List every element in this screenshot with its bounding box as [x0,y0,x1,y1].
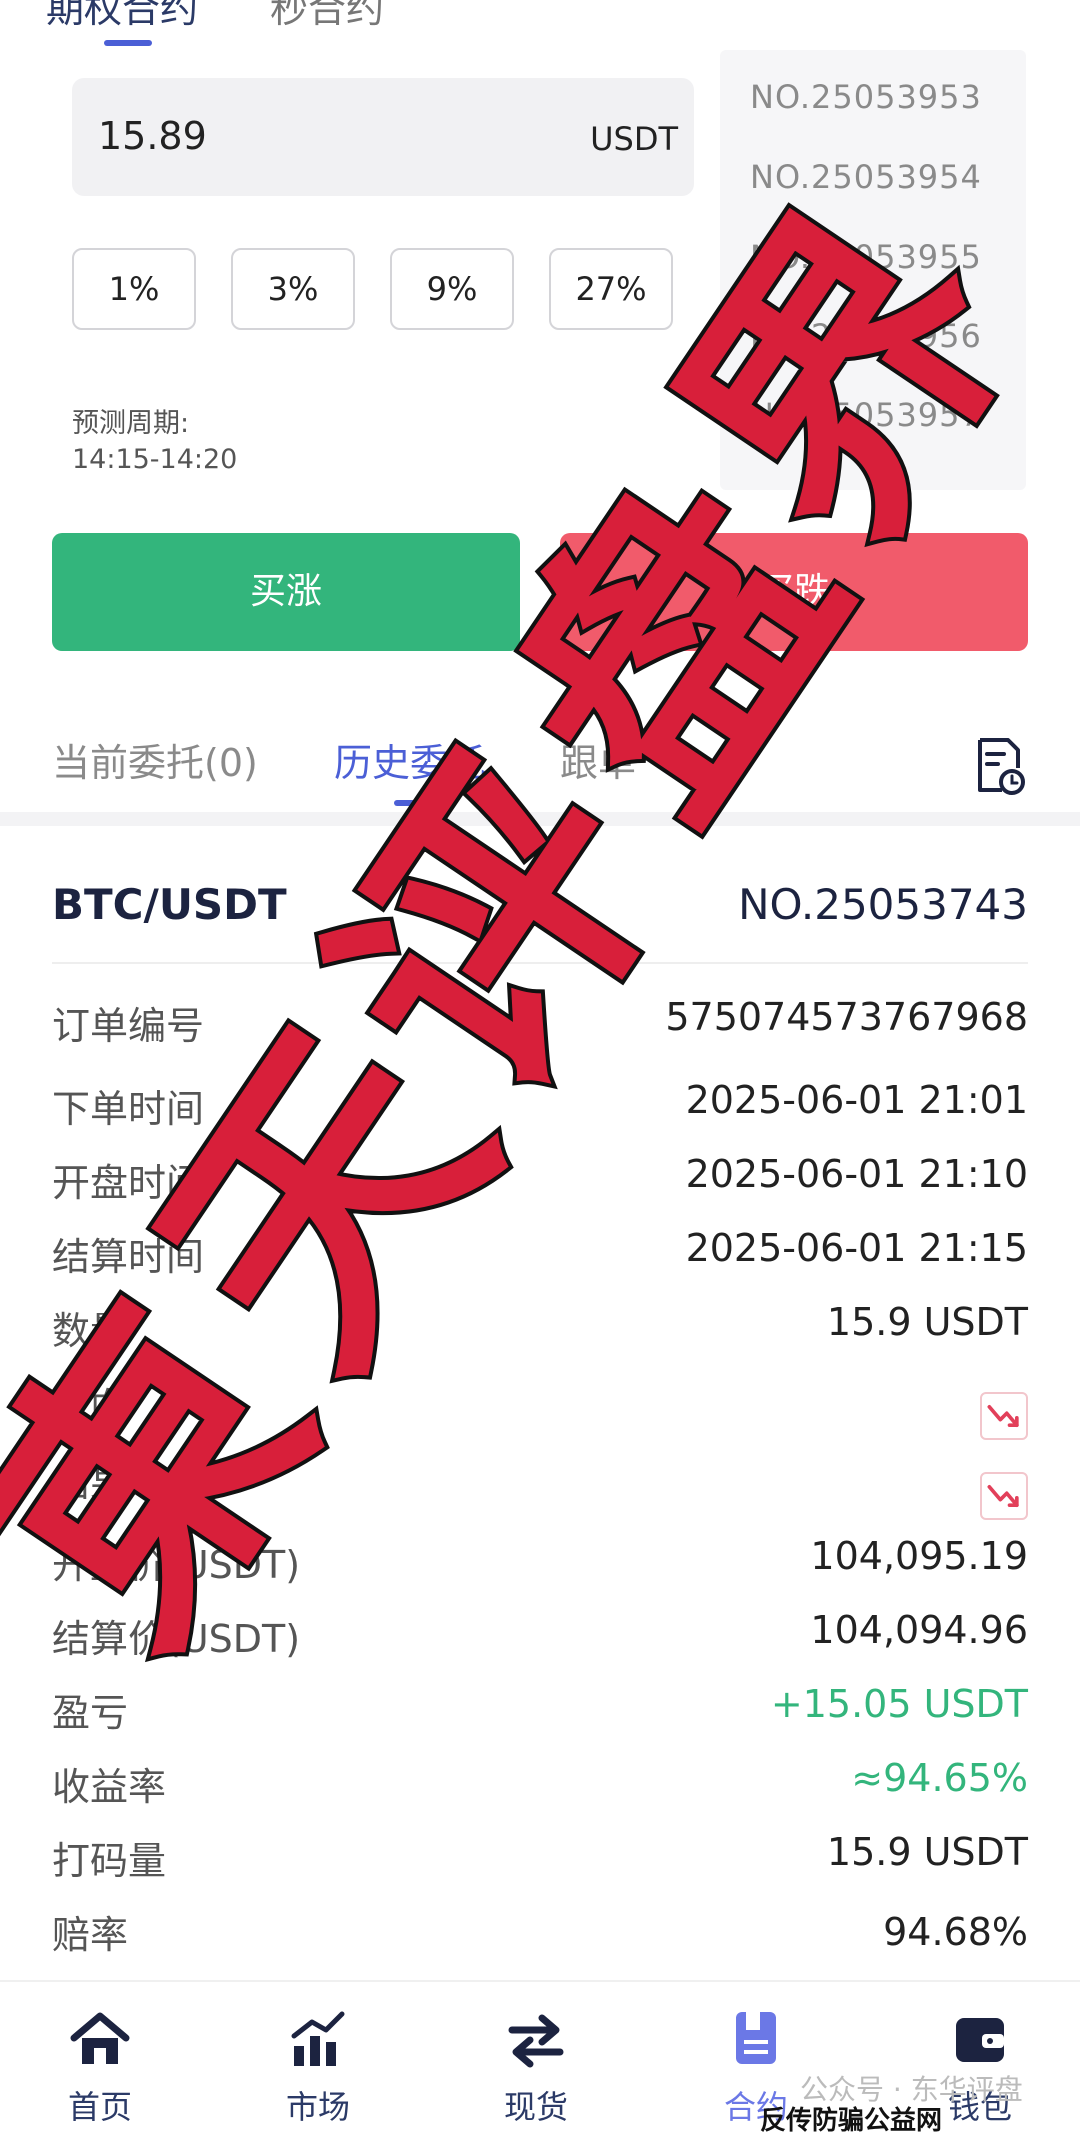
percent-button-9[interactable]: 9% [390,248,514,330]
percent-button-27[interactable]: 27% [549,248,673,330]
order-pair: BTC/USDT [52,880,287,929]
contract-item[interactable]: NO.25053956 [750,317,982,355]
prediction-period-value: 14:15-14:20 [72,444,238,475]
row-label-order-time: 下单时间 [52,1087,205,1131]
row-label-open-time: 开盘时间 [52,1161,205,1205]
contract-item[interactable]: NO.25053957 [750,396,982,434]
contract-list[interactable]: NO.25053953 NO.25053954 NO.25053955 NO.2… [720,50,1026,490]
row-value-open-price: 104,095.19 [810,1534,1028,1578]
row-value-settle-price: 104,094.96 [810,1608,1028,1652]
nav-home[interactable]: 首页 [30,1982,170,2138]
contract-item[interactable]: NO.25053954 [750,158,982,196]
row-label-yield: 收益率 [52,1765,167,1809]
contract-item[interactable]: NO.25053953 [750,78,982,116]
row-label-betting-volume: 打码量 [52,1839,167,1883]
nav-label-market: 市场 [285,2088,350,2126]
order-tab-indicator [394,800,434,806]
wallet-icon [956,2018,1004,2062]
order-contract-no: NO.25053743 [738,880,1028,929]
row-label-profit: 盈亏 [52,1691,129,1735]
prediction-period-label: 预测周期: [72,408,190,439]
row-label-quantity: 数量 [52,1309,129,1353]
tab-current-orders[interactable]: 当前委托(0) [52,732,258,787]
tab-copy-trading[interactable]: 跟单 [560,732,636,787]
chart-icon [291,2011,345,2066]
top-tab-indicator [104,40,152,46]
trend-down-icon [980,1472,1028,1520]
amount-input[interactable]: 15.89 USDT [72,78,694,196]
percent-button-3[interactable]: 3% [231,248,355,330]
row-label-settle-time: 结算时间 [52,1235,205,1279]
nav-spot[interactable]: 现货 [466,1982,606,2138]
detail-divider [52,962,1028,964]
row-label-settle-price: 结算价(USDT) [52,1617,301,1661]
row-value-profit: +15.05 USDT [770,1682,1028,1726]
row-label-order-id: 订单编号 [52,1004,205,1048]
buy-rise-button[interactable]: 买涨 [52,533,520,651]
row-value-betting-volume: 15.9 USDT [826,1830,1028,1874]
contract-item[interactable]: NO.25053955 [750,238,982,276]
buy-fall-button[interactable]: 买跌 [560,533,1028,651]
contract-icon [736,2012,776,2064]
tab-second-contract[interactable]: 秒合约 [270,0,384,33]
prediction-period: 预测周期: 14:15-14:20 [72,406,237,478]
order-tab-bar: 当前委托(0) 历史委托 跟单 [0,720,1080,810]
swap-icon [508,2014,564,2068]
nav-market[interactable]: 市场 [248,1982,388,2138]
row-label-open-price: 开盘价(USDT) [52,1543,301,1587]
row-value-open-time: 2025-06-01 21:10 [685,1152,1028,1196]
amount-value: 15.89 [98,114,207,158]
row-value-order-id: 575074573767968 [665,995,1028,1039]
row-value-settle-time: 2025-06-01 21:15 [685,1226,1028,1270]
footer-watermark: 反传防骗公益网 www.wazi.cc [760,2106,947,2138]
tab-option-contract[interactable]: 期权合约 [46,0,198,33]
home-icon [70,2012,130,2064]
section-divider [0,812,1080,826]
tab-history-orders[interactable]: 历史委托 [334,732,486,787]
nav-label-home: 首页 [67,2088,132,2126]
trend-down-icon [980,1392,1028,1440]
top-tab-bar: 期权合约 秒合约 [0,0,1080,50]
row-value-quantity: 15.9 USDT [826,1300,1028,1344]
nav-label-spot: 现货 [503,2088,568,2126]
amount-unit: USDT [590,120,678,158]
row-label-direction: 方向 [52,1385,129,1429]
row-label-result: 结果 [52,1461,129,1505]
percent-button-1[interactable]: 1% [72,248,196,330]
row-value-order-time: 2025-06-01 21:01 [685,1078,1028,1122]
row-value-odds: 94.68% [883,1910,1028,1954]
row-value-yield: ≈94.65% [851,1756,1028,1800]
row-label-odds: 赔率 [52,1913,129,1957]
history-record-icon[interactable] [974,736,1026,796]
